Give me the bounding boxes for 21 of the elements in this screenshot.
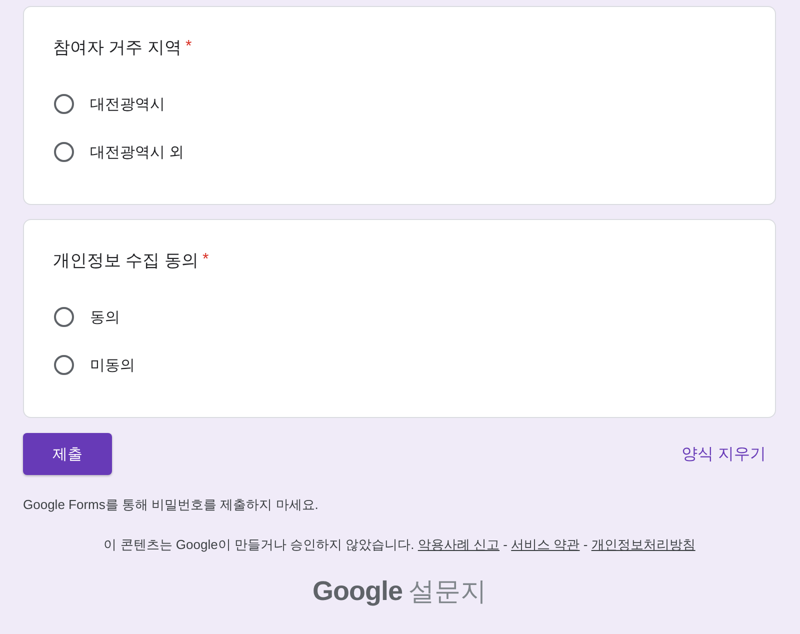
option-label: 대전광역시 (90, 94, 165, 114)
logo-wordmark: Google (312, 576, 402, 607)
question-title: 참여자 거주 지역 (53, 36, 182, 58)
radio-button[interactable] (54, 142, 74, 162)
footer-link[interactable]: 서비스 약관 (511, 537, 580, 552)
product-name: 설문지 (408, 575, 486, 608)
option-label: 미동의 (90, 356, 135, 374)
password-notice: Google Forms를 통해 비밀번호를 제출하지 마세요. (23, 496, 320, 514)
footer-disclaimer: 이 콘텐츠는 Google이 만들거나 승인하지 않았습니다. 악용사례 신고 - 서비스 약관 - 개인정보처리방침 (102, 536, 696, 554)
required-mark: * (185, 38, 192, 56)
radio-button[interactable] (54, 355, 74, 375)
radio-button[interactable] (54, 94, 74, 114)
radio-button[interactable] (54, 307, 74, 327)
required-mark: * (202, 251, 209, 269)
submit-button[interactable]: 제출 (23, 433, 112, 475)
option-label: 동의 (90, 308, 120, 326)
footer-link[interactable]: 악용사례 신고 (418, 537, 500, 552)
footer-link[interactable]: 개인정보처리방침 (591, 537, 696, 552)
clear-form-link[interactable]: 양식 지우기 (682, 438, 766, 470)
option-label: 대전광역시 외 (90, 142, 184, 162)
question-title: 개인정보 수집 동의 (53, 250, 198, 272)
